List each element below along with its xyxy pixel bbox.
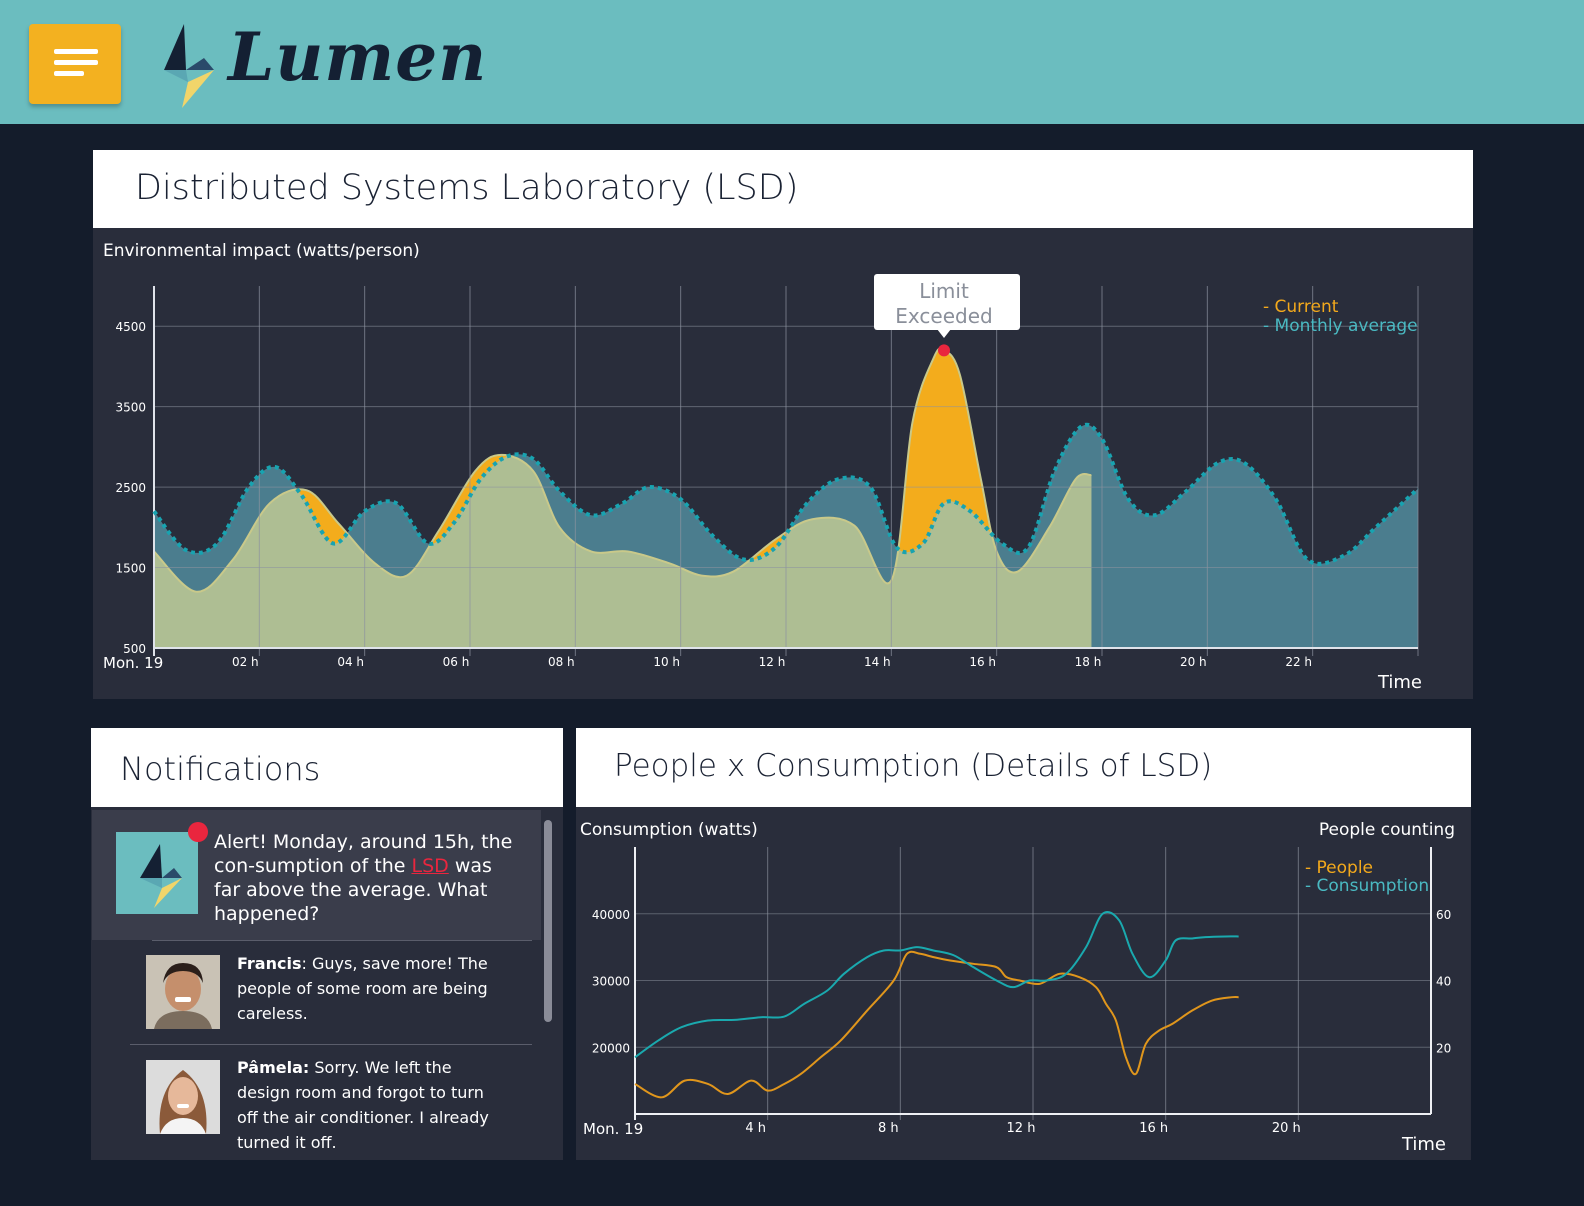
menu-button[interactable] (29, 24, 121, 104)
detail-panel-title: People x Consumption (Details of LSD) (614, 748, 1213, 784)
hamburger-icon (54, 49, 98, 54)
y-tick-label: 3500 (115, 401, 146, 415)
alert-link-lsd[interactable]: LSD (412, 855, 449, 877)
x-tick-label: 14 h (864, 655, 891, 669)
app-logo-text: Lumen (228, 18, 488, 96)
y2-tick-label: 60 (1436, 908, 1451, 922)
app-header: Lumen (0, 0, 1584, 124)
hamburger-icon-line (54, 60, 98, 65)
detail-panel-header: People x Consumption (Details of LSD) (576, 728, 1471, 807)
x-start-label: Mon. 19 (103, 654, 163, 672)
x-tick-label: 18 h (1075, 655, 1102, 669)
detail-panel-body: Consumption (watts) People counting 20000 3… (576, 807, 1471, 1160)
tooltip-line2: Exceeded (895, 304, 992, 328)
x-tick-label: 4 h (745, 1121, 766, 1136)
divider (130, 1044, 532, 1045)
y2-tick-label: 20 (1436, 1041, 1451, 1055)
x-tick-label: 8 h (878, 1121, 899, 1136)
x-tick-label: 10 h (653, 655, 680, 669)
avatar-francis (146, 955, 220, 1029)
environmental-impact-chart: Environmental impact (watts/person)50015… (103, 241, 1422, 693)
notifications-header: Notifications (91, 728, 563, 807)
y2-tick-label: 40 (1436, 975, 1451, 989)
x-tick-label: 12 h (1007, 1121, 1036, 1136)
legend-current: - Current (1263, 297, 1339, 317)
chart-ylabel: Consumption (watts) (580, 820, 758, 840)
y-tick-label: 4500 (115, 320, 146, 334)
series-people-line (634, 950, 1239, 1099)
notifications-title: Notifications (120, 750, 321, 788)
divider (152, 940, 532, 941)
series-consumption-line (634, 910, 1239, 1059)
x-tick-label: 20 h (1272, 1121, 1301, 1136)
y-tick-label: 30000 (592, 975, 630, 989)
x-tick-label: 02 h (232, 655, 259, 669)
legend-consumption: - Consumption (1305, 876, 1429, 896)
x-tick-label: 22 h (1285, 655, 1312, 669)
lightning-bolt-icon (140, 844, 182, 908)
people-consumption-chart: Consumption (watts) People counting 20000 3… (580, 820, 1455, 1155)
lightning-bolt-icon (164, 24, 214, 108)
y-tick-label: 1500 (115, 562, 146, 576)
x-tick-label: 12 h (759, 655, 786, 669)
avatar-pamela (146, 1060, 220, 1134)
y-tick-label: 2500 (115, 481, 146, 495)
x-tick-label: 16 h (1139, 1121, 1168, 1136)
tooltip-line1: Limit (919, 279, 969, 303)
comment-pamela: Pâmela: Sorry. We left the design room a… (237, 1055, 507, 1155)
comment-separator: : (301, 954, 312, 973)
main-panel-title: Distributed Systems Laboratory (LSD) (135, 168, 799, 208)
notifications-scrollbar[interactable] (544, 820, 552, 1022)
comment-author: Pâmela: (237, 1058, 310, 1077)
main-panel-body: Environmental impact (watts/person) 500 15… (93, 228, 1473, 699)
limit-marker-icon (938, 344, 950, 357)
comment-author: Francis (237, 954, 302, 973)
y-tick-label: 20000 (592, 1041, 630, 1055)
main-panel-header: Distributed Systems Laboratory (LSD) (93, 150, 1473, 228)
x-start-label: Mon. 19 (583, 1120, 643, 1138)
x-tick-label: 04 h (337, 655, 364, 669)
y-tick-label: 40000 (592, 908, 630, 922)
legend-people: - People (1305, 858, 1373, 878)
chart-xlabel: Time (1377, 672, 1422, 693)
x-tick-label: 16 h (969, 655, 996, 669)
comment-francis: Francis: Guys, save more! The people of … (237, 951, 497, 1026)
chart-y2label: People counting (1319, 820, 1455, 840)
hamburger-icon-line (54, 71, 84, 76)
unread-dot-icon (188, 822, 208, 842)
chart-ylabel: Environmental impact (watts/person) (103, 241, 420, 261)
x-tick-label: 06 h (443, 655, 470, 669)
legend-monthly-average: - Monthly average (1263, 316, 1418, 336)
chart-xlabel: Time (1401, 1134, 1446, 1155)
alert-avatar (116, 832, 198, 914)
tooltip-pointer (937, 329, 951, 338)
alert-text: Alert! Monday, around 15h, the con-sumpt… (214, 830, 524, 926)
x-tick-label: 08 h (548, 655, 575, 669)
x-tick-label: 20 h (1180, 655, 1207, 669)
